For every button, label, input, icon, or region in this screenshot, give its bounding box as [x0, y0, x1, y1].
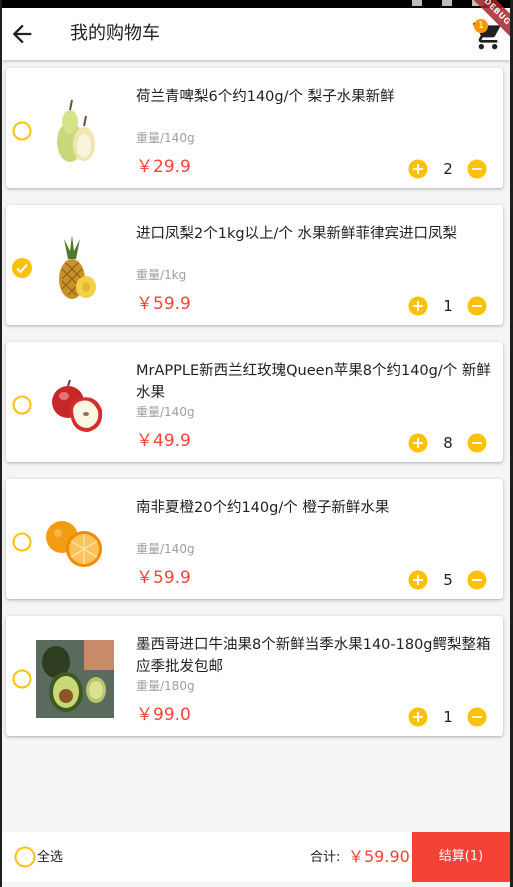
app-bar: 我的购物车 1 DEBUG [2, 0, 510, 60]
decrease-quantity-button[interactable] [467, 433, 487, 453]
cart-item: 南非夏橙20个约140g/个 橙子新鲜水果 重量/140g ￥59.9 5 [6, 479, 503, 599]
select-all-checkbox[interactable] [14, 846, 36, 868]
decrease-quantity-button[interactable] [467, 570, 487, 590]
item-name: 南非夏橙20个约140g/个 橙子新鲜水果 [136, 500, 390, 516]
item-quantity: 5 [443, 571, 453, 589]
item-checkbox[interactable] [12, 532, 32, 552]
item-name: MrAPPLE新西兰红玫瑰Queen苹果8个约140g/个 新鲜水果 [136, 363, 491, 401]
increase-quantity-button[interactable] [408, 570, 428, 590]
decrease-quantity-button[interactable] [467, 159, 487, 179]
back-arrow-icon[interactable] [8, 20, 36, 48]
checkout-button[interactable]: 结算(1) [412, 832, 510, 882]
item-weight: 重量/140g [136, 542, 195, 556]
item-name: 墨西哥进口牛油果8个新鲜当季水果140-180g鳄梨整箱应季批发包邮 [136, 637, 491, 675]
item-price: ￥59.9 [136, 294, 191, 314]
pear-image[interactable] [36, 92, 114, 170]
checkout-bar: 全选 合计: ￥59.90 结算(1) [2, 832, 510, 882]
app-screen: 我的购物车 1 DEBUG 荷兰青啤梨6个约140g/个 梨子水果新鲜 重量/1… [2, 0, 510, 887]
item-weight: 重量/1kg [136, 268, 187, 282]
increase-quantity-button[interactable] [408, 707, 428, 727]
select-all-label[interactable]: 全选 [37, 849, 63, 867]
cart-count-badge: 1 [474, 19, 488, 33]
item-price: ￥49.9 [136, 431, 191, 451]
item-quantity: 2 [443, 160, 453, 178]
item-price: ￥29.9 [136, 157, 191, 177]
cart-item: 墨西哥进口牛油果8个新鲜当季水果140-180g鳄梨整箱应季批发包邮 重量/18… [6, 616, 503, 736]
item-quantity: 1 [443, 708, 453, 726]
cart-item: 荷兰青啤梨6个约140g/个 梨子水果新鲜 重量/140g ￥29.9 2 [6, 68, 503, 188]
increase-quantity-button[interactable] [408, 159, 428, 179]
cart-item: 进口凤梨2个1kg以上/个 水果新鲜菲律宾进口凤梨 重量/1kg ￥59.9 1 [6, 205, 503, 325]
cart-item: MrAPPLE新西兰红玫瑰Queen苹果8个约140g/个 新鲜水果 重量/14… [6, 342, 503, 462]
decrease-quantity-button[interactable] [467, 707, 487, 727]
wifi-icon [442, 0, 452, 6]
item-quantity: 8 [443, 434, 453, 452]
increase-quantity-button[interactable] [408, 433, 428, 453]
item-checkbox[interactable] [12, 395, 32, 415]
item-price: ￥99.0 [136, 705, 191, 725]
item-quantity: 1 [443, 297, 453, 315]
page-title: 我的购物车 [70, 23, 160, 44]
item-name: 进口凤梨2个1kg以上/个 水果新鲜菲律宾进口凤梨 [136, 226, 458, 242]
total-amount: ￥59.90 [348, 847, 410, 866]
item-weight: 重量/140g [136, 131, 195, 145]
orange-image[interactable] [36, 503, 114, 581]
increase-quantity-button[interactable] [408, 296, 428, 316]
total-label: 合计: [310, 850, 341, 865]
item-checkbox[interactable] [12, 121, 32, 141]
item-checkbox[interactable] [12, 669, 32, 689]
status-bar [2, 0, 510, 8]
decrease-quantity-button[interactable] [467, 296, 487, 316]
item-weight: 重量/180g [136, 679, 195, 693]
apple-image[interactable] [36, 366, 114, 444]
signal-icon [412, 0, 422, 6]
pineapple-image[interactable] [36, 229, 114, 307]
item-checkbox[interactable] [12, 258, 32, 278]
item-weight: 重量/140g [136, 405, 195, 419]
avocado-image[interactable] [36, 640, 114, 718]
item-price: ￥59.9 [136, 568, 191, 588]
item-name: 荷兰青啤梨6个约140g/个 梨子水果新鲜 [136, 89, 395, 105]
